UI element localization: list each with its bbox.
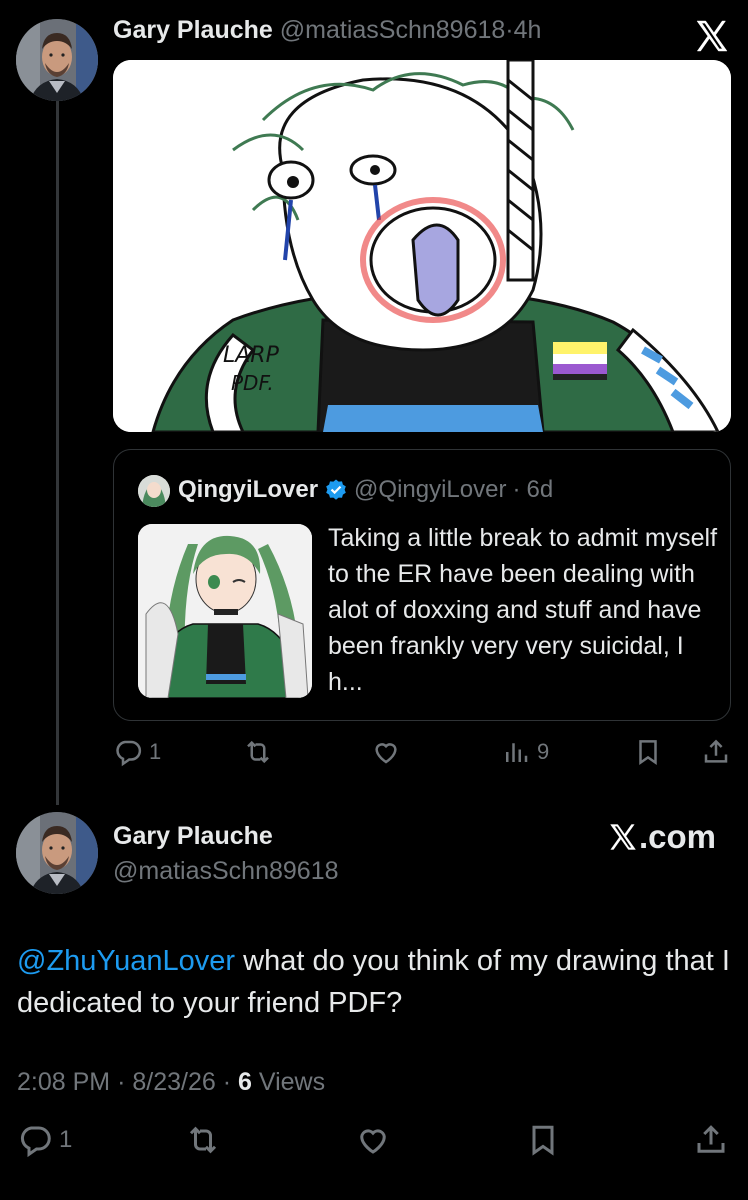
x-logo-icon[interactable] [694,18,730,54]
share-icon [704,739,728,763]
separator: · [505,16,514,44]
retweet-button[interactable] [185,1120,221,1160]
tweet-actions: 1 [17,1120,732,1168]
avatar[interactable] [16,812,98,894]
views-label: Views [258,1068,326,1096]
quote-text: Taking a little break to admit myself to… [328,524,718,696]
retweet-icon [247,740,269,764]
reply-button[interactable]: 1 [17,1120,72,1160]
quote-author-handle[interactable]: @QingyiLover [354,476,506,504]
tweet-date[interactable]: 8/23/26 [132,1068,215,1096]
bookmark-button[interactable] [525,1120,561,1160]
separator: · [512,476,521,503]
quoted-post[interactable]: QingyiLover @QingyiLover · 6d Taking a lit… [113,449,731,721]
share-button[interactable] [693,1120,729,1160]
thread-line [56,100,59,805]
main-author-name[interactable]: Gary Plauche [113,822,273,851]
retweet-button[interactable] [243,732,273,772]
avatar-photo [16,19,98,101]
drawing-illustration: LARP PDF. [113,60,731,432]
main-author-handle[interactable]: @matiasSchn89618 [113,857,339,886]
avatar[interactable] [16,19,98,101]
reply-button[interactable]: 1 [113,732,161,772]
drawn-caption: LARP [223,343,280,368]
tweet-time[interactable]: 2:08 PM [17,1068,110,1096]
avatar-photo [16,812,98,894]
quote-author-name[interactable]: QingyiLover [178,476,318,504]
share-button[interactable] [701,732,731,772]
bookmark-icon [532,1125,554,1156]
post-actions: 1 9 [113,732,731,772]
reply-icon [20,1126,51,1158]
post-header: Gary Plauche @matiasSchn89618·4h [113,16,541,45]
like-icon [375,743,397,764]
site-label: .com [639,818,717,855]
reply-icon [116,740,142,767]
post-image[interactable]: LARP PDF. [113,60,731,432]
like-icon [360,1129,386,1154]
reply-count: 1 [149,739,162,764]
views-button[interactable]: 9 [501,732,549,772]
separator: · [222,1068,232,1096]
x-logo-icon [610,824,636,850]
bookmark-icon [639,740,657,766]
verified-badge-icon [326,479,346,500]
mention-link[interactable]: @ZhuYuanLover [17,945,235,977]
quote-header: QingyiLover @QingyiLover · 6d [178,476,553,504]
reply-count: 1 [59,1126,73,1153]
like-button[interactable] [371,732,401,772]
bookmark-button[interactable] [633,732,663,772]
views-icon [506,743,528,762]
author-handle[interactable]: @matiasSchn89618 [280,16,506,44]
like-button[interactable] [355,1120,391,1160]
timestamp[interactable]: 4h [514,16,542,44]
separator: · [117,1068,126,1096]
x-com-watermark: .com [608,818,716,856]
views-count: 9 [537,739,550,764]
tweet-meta: 2:08 PM · 8/23/26 · 6 Views [17,1068,325,1097]
views-count: 6 [238,1068,252,1096]
quote-timestamp[interactable]: 6d [526,476,553,504]
author-name[interactable]: Gary Plauche [113,16,273,44]
quote-avatar[interactable] [138,475,170,507]
retweet-icon [189,1126,217,1154]
share-icon [697,1125,725,1153]
tweet-text: @ZhuYuanLover what do you think of my dr… [17,940,732,1024]
svg-text:PDF.: PDF. [231,371,274,395]
quote-thumbnail[interactable] [138,524,312,698]
